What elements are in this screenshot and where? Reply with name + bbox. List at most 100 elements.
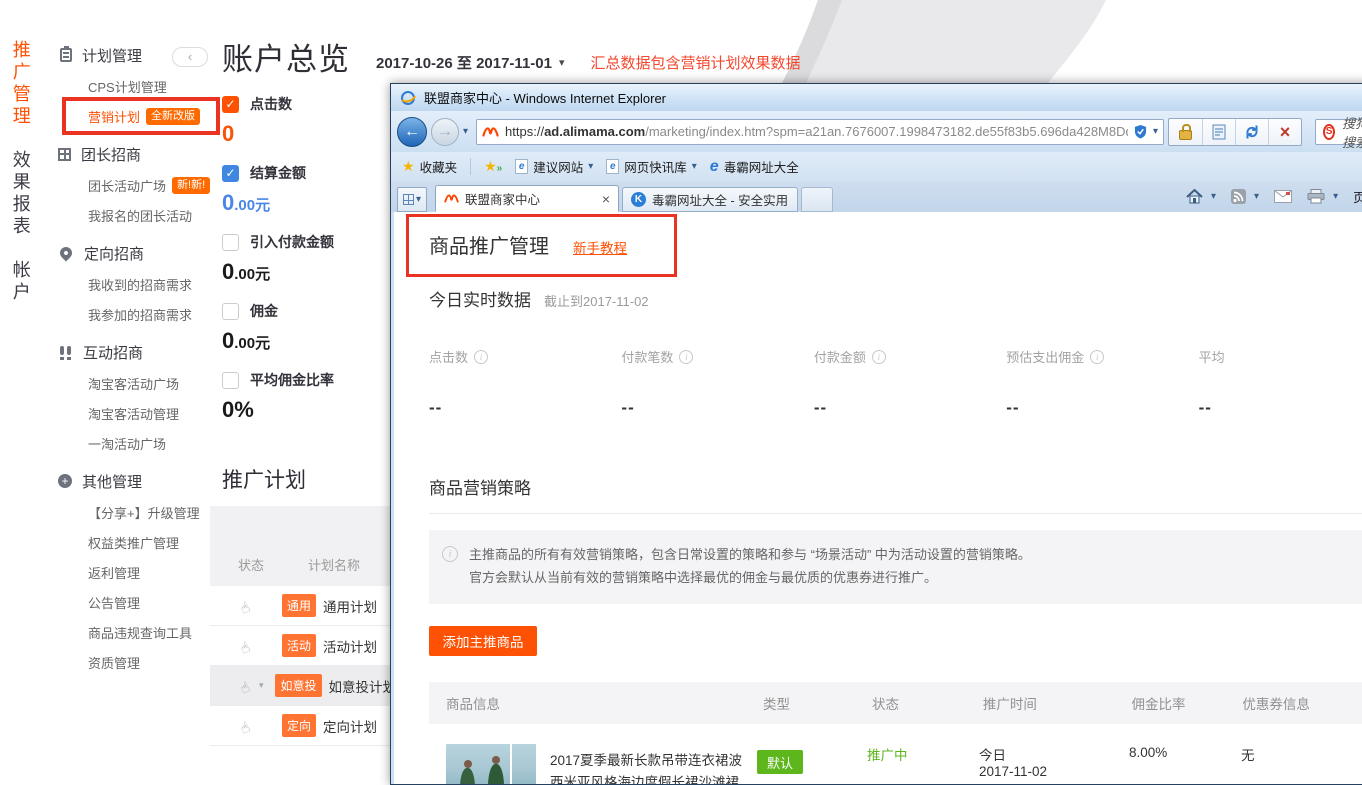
column-promo-time: 推广时间 [983,693,1132,713]
info-icon[interactable]: i [872,350,886,364]
compatibility-button[interactable] [1202,119,1235,145]
add-main-product-button[interactable]: 添加主推商品 [429,626,537,656]
stat-value: -- [429,398,621,418]
menu-item-joined-demands[interactable]: 我参加的招商需求 [88,305,212,324]
lock-button[interactable] [1169,119,1202,145]
address-bar[interactable]: https://ad.alimama.com/marketing/index.h… [476,119,1164,145]
overview-stats: ✓ 点击数 0 ✓ 结算金额 0.00元 引入付款金额 0.00元 佣金 0.0… [222,94,334,439]
rail-item-promotion[interactable]: 推广管理 [10,40,30,128]
info-icon[interactable]: i [679,350,693,364]
add-favorite-icon[interactable]: ★ [484,158,502,175]
lock-icon [1179,130,1192,140]
quick-tabs-button[interactable]: ▾ [397,187,427,212]
table-row[interactable]: ☝ ▾ 如意投 如意投计划 [210,666,396,706]
menu-head-targeted[interactable]: 定向招商 [58,242,212,264]
window-titlebar[interactable]: 联盟商家中心 - Windows Internet Explorer [391,84,1362,111]
menu-collapse-button[interactable]: ‹ [172,47,208,67]
menu-item-share-upgrade[interactable]: 【分享+】升级管理 [88,503,212,522]
feeds-button[interactable]: ▾ [1231,189,1259,204]
close-icon[interactable]: × [602,192,610,206]
search-box[interactable]: S 搜狗搜索 [1315,119,1362,145]
menu-head-label: 互动招商 [83,342,143,363]
tab-union-merchant-center[interactable]: 联盟商家中心 × [435,185,619,212]
menu-head-league[interactable]: 团长招商 [58,143,212,165]
menu-item-rebate-manage[interactable]: 返利管理 [88,563,212,582]
history-dropdown-icon[interactable]: ▾ [463,126,468,137]
info-icon[interactable]: i [1090,350,1104,364]
plan-name[interactable]: 通用计划 [323,596,377,616]
menu-item-received-demands[interactable]: 我收到的招商需求 [88,275,212,294]
rail-item-account[interactable]: 帐户 [10,260,30,304]
page-menu-button[interactable]: 页面 [1353,187,1362,206]
home-button[interactable]: ▾ [1186,189,1216,204]
rail-item-reports[interactable]: 效果报表 [10,150,30,238]
column-status: 状态 [872,693,983,713]
stat-label: 结算金额 [250,163,306,183]
stat-value: 0% [222,397,334,423]
checkbox-intro-payment[interactable] [222,234,239,251]
menu-item-rights-manage[interactable]: 权益类推广管理 [88,533,212,552]
plans-section-title: 推广计划 [222,464,306,494]
stat-label: 付款金额 [814,347,866,366]
favorite-label: 毒霸网址大全 [724,157,799,176]
checkbox-clicks[interactable]: ✓ [222,96,239,113]
checkbox-commission[interactable] [222,303,239,320]
new-tab-stub[interactable] [801,187,833,212]
read-mail-button[interactable] [1274,190,1292,203]
product-image[interactable]: -NATURAL- [446,744,536,784]
stat-avg-rate: 平均佣金比率 0% [222,370,334,423]
stop-button[interactable]: × [1268,119,1301,145]
menu-item-league-plaza[interactable]: 团长活动广场 新!新! [88,176,212,195]
tutorial-link[interactable]: 新手教程 [573,237,627,257]
menu-head-label: 定向招商 [84,243,144,264]
plan-name[interactable]: 如意投计划 [329,676,397,696]
date-range-selector[interactable]: 2017-10-26 至 2017-11-01 ▾ [376,52,565,79]
today-data-header: 今日实时数据 截止到2017-11-02 [429,286,1362,311]
url-text[interactable]: https://ad.alimama.com/marketing/index.h… [505,124,1128,139]
back-button[interactable]: ← [397,117,427,147]
table-row[interactable]: ☝ 定向 定向计划 [210,706,396,746]
alimama-icon [444,193,459,204]
suggested-sites-button[interactable]: e 建议网站 ▾ [515,157,593,176]
plan-name[interactable]: 定向计划 [323,716,377,736]
e-page-icon: e [606,159,619,174]
menu-item-league-joined[interactable]: 我报名的团长活动 [88,206,212,225]
forward-button[interactable]: → [431,118,459,146]
url-dropdown-icon[interactable]: ▾ [1153,126,1158,137]
menu-item-violation-tool[interactable]: 商品违规查询工具 [88,623,212,642]
table-row[interactable]: ☝ 通用 通用计划 [210,586,396,626]
stat-value: 0 [222,121,334,147]
menu-item-taoke-manage[interactable]: 淘宝客活动管理 [88,404,212,423]
tab-label: 毒霸网址大全 - 安全实用... [652,190,789,209]
menu-item-etao-plaza[interactable]: 一淘活动广场 [88,434,212,453]
product-title[interactable]: 2017夏季最新长款吊带连衣裙波 西米亚风格海边度假长裙沙滩裙 [550,750,742,784]
menu-item-qualification[interactable]: 资质管理 [88,653,212,672]
star-icon: ★ [402,158,415,175]
menu-head-interactive[interactable]: 互动招商 [58,341,212,363]
duba-sites-button[interactable]: e 毒霸网址大全 [710,157,799,176]
search-engine-label: 搜狗搜索 [1342,113,1362,151]
menu-item-label: 商品违规查询工具 [88,623,192,642]
menu-item-marketing-plan[interactable]: 营销计划 全新改版 [88,107,212,126]
menu-item-announcement[interactable]: 公告管理 [88,593,212,612]
favorites-button[interactable]: ★ 收藏夹 [402,157,457,176]
print-button[interactable]: ▾ [1307,189,1338,204]
menu-group-league: 团长招商 团长活动广场 新!新! 我报名的团长活动 [58,143,212,225]
menu-item-label: 淘宝客活动广场 [88,374,179,393]
checkbox-settlement[interactable]: ✓ [222,165,239,182]
stat-label: 引入付款金额 [250,232,334,252]
web-slices-button[interactable]: e 网页快讯库 ▾ [606,157,697,176]
refresh-button[interactable] [1235,119,1268,145]
checkbox-avg-rate[interactable] [222,372,239,389]
stat-value: -- [814,398,1006,418]
summary-note: 汇总数据包含营销计划效果数据 [591,52,801,79]
stop-x-icon: × [1280,123,1291,141]
tab-duba-sites[interactable]: K 毒霸网址大全 - 安全实用... [622,187,798,212]
menu-item-cps[interactable]: CPS计划管理 [88,77,212,96]
plan-name[interactable]: 活动计划 [323,636,377,656]
table-row[interactable]: ☝ 活动 活动计划 [210,626,396,666]
chevron-down-icon: ▾ [588,161,593,172]
menu-item-taoke-plaza[interactable]: 淘宝客活动广场 [88,374,212,393]
info-icon[interactable]: i [474,350,488,364]
menu-head-other[interactable]: 其他管理 [58,470,212,492]
